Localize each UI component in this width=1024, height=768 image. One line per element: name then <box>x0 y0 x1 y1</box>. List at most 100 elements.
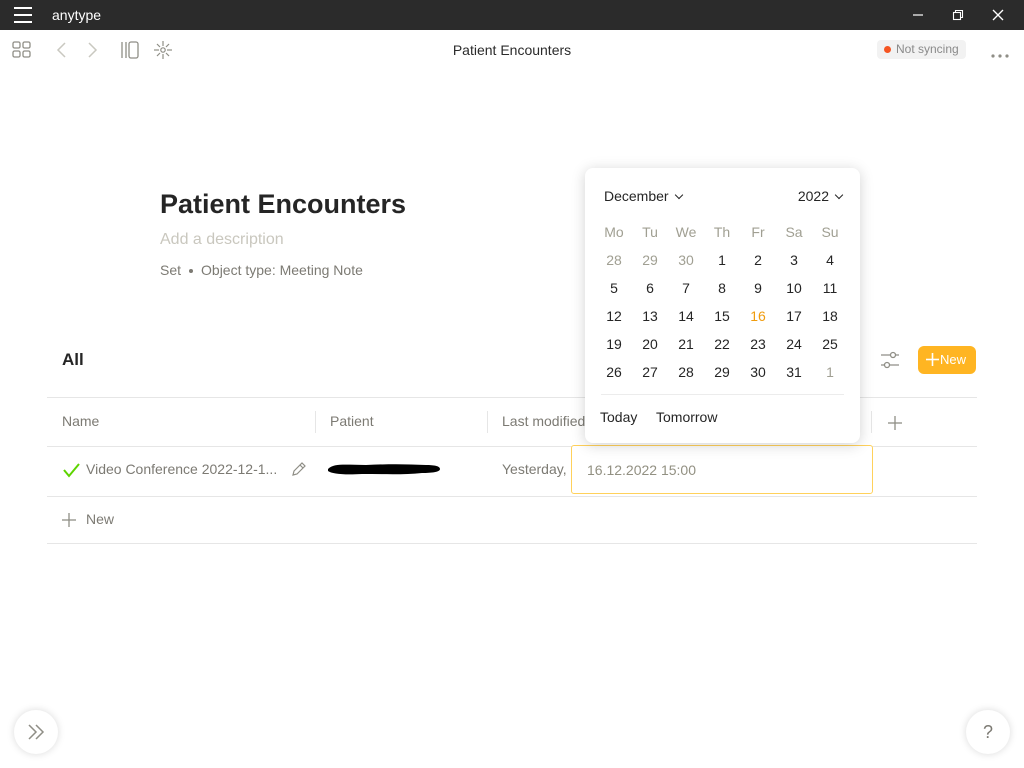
calendar-day[interactable]: 17 <box>776 308 812 324</box>
calendar-day[interactable]: 1 <box>812 364 848 380</box>
row-name-cell[interactable]: Video Conference 2022-12-1... <box>86 461 277 477</box>
calendar-day[interactable]: 25 <box>812 336 848 352</box>
plus-icon <box>926 353 939 366</box>
calendar-day[interactable]: 9 <box>740 280 776 296</box>
hamburger-menu-icon[interactable] <box>14 7 38 23</box>
back-arrow-icon[interactable] <box>50 38 74 62</box>
plus-icon <box>62 513 76 527</box>
weekday-label: Tu <box>642 224 658 240</box>
calendar-day[interactable]: 5 <box>596 280 632 296</box>
weekday-label: Th <box>713 224 731 240</box>
chevron-down-icon <box>674 190 683 200</box>
date-picker-popup: December 2022 Today Tomorrow Mo Tu We Th Fr S… <box>585 168 860 443</box>
object-meta: Set Object type: Meeting Note <box>160 262 363 278</box>
calendar-day[interactable]: 14 <box>668 308 704 324</box>
column-header-name[interactable]: Name <box>62 413 99 429</box>
year-label: 2022 <box>797 188 829 204</box>
calendar-day[interactable]: 4 <box>812 252 848 268</box>
graph-icon[interactable] <box>151 38 175 62</box>
pencil-edit-icon[interactable] <box>290 461 307 478</box>
tomorrow-button[interactable]: Tomorrow <box>656 409 717 425</box>
column-divider[interactable] <box>315 411 316 433</box>
object-title[interactable]: Patient Encounters <box>160 189 406 220</box>
description-field[interactable]: Add a description <box>160 231 284 249</box>
done-check-icon[interactable] <box>62 461 80 479</box>
column-divider[interactable] <box>487 411 488 433</box>
table-row-border <box>47 496 977 497</box>
calendar-day[interactable]: 28 <box>596 252 632 268</box>
sidebar-toggle-icon[interactable] <box>118 38 142 62</box>
help-label: ? <box>982 722 993 742</box>
calendar-day[interactable]: 18 <box>812 308 848 324</box>
calendar-day[interactable]: 30 <box>668 252 704 268</box>
add-column-icon[interactable] <box>886 414 904 432</box>
sync-status-dot-icon <box>884 46 891 53</box>
month-label: December <box>604 188 669 204</box>
calendar-day[interactable]: 28 <box>668 364 704 380</box>
weekday-label: Sa <box>785 224 803 240</box>
grid-view-icon[interactable] <box>10 38 34 62</box>
calendar-day[interactable]: 1 <box>704 252 740 268</box>
month-select[interactable]: December <box>604 188 683 204</box>
calendar-day[interactable]: 31 <box>776 364 812 380</box>
row-last-modified-cell[interactable]: Yesterday, <box>502 461 567 477</box>
chevron-down-icon <box>834 190 844 200</box>
calendar-day[interactable]: 29 <box>704 364 740 380</box>
weekday-label: Su <box>821 224 839 240</box>
today-button[interactable]: Today <box>600 409 637 425</box>
new-object-button[interactable]: New <box>918 346 976 374</box>
calendar-day[interactable]: 2 <box>740 252 776 268</box>
weekday-label: Mo <box>604 224 624 240</box>
redacted-patient-mark <box>328 464 440 475</box>
expand-sidebar-button[interactable] <box>14 710 58 754</box>
new-button-label: New <box>940 352 967 367</box>
calendar-day[interactable]: 29 <box>632 252 668 268</box>
picker-divider <box>601 394 844 395</box>
year-select[interactable]: 2022 <box>797 188 844 204</box>
column-header-last-modified[interactable]: Last modified <box>502 413 585 429</box>
calendar-day[interactable]: 20 <box>632 336 668 352</box>
title-bar: anytype <box>0 0 1024 30</box>
calendar-day[interactable]: 11 <box>812 280 848 296</box>
view-settings-icon[interactable] <box>878 348 902 372</box>
calendar-day[interactable]: 22 <box>704 336 740 352</box>
calendar-day[interactable]: 15 <box>704 308 740 324</box>
close-icon[interactable] <box>988 5 1008 25</box>
calendar-day[interactable]: 27 <box>632 364 668 380</box>
calendar-day[interactable]: 30 <box>740 364 776 380</box>
calendar-day[interactable]: 23 <box>740 336 776 352</box>
object-type-link[interactable]: Object type: Meeting Note <box>201 262 363 278</box>
date-cell-editing[interactable]: 16.12.2022 15:00 <box>571 445 873 494</box>
forward-arrow-icon[interactable] <box>80 38 104 62</box>
view-title[interactable]: All <box>62 350 84 370</box>
more-options-icon[interactable] <box>990 46 1010 58</box>
toolbar: Patient Encounters Not syncing <box>0 30 1024 70</box>
help-button[interactable]: ? <box>966 710 1010 754</box>
calendar-day[interactable]: 12 <box>596 308 632 324</box>
double-chevron-right-icon <box>28 724 45 740</box>
calendar-day[interactable]: 13 <box>632 308 668 324</box>
calendar-day[interactable]: 6 <box>632 280 668 296</box>
calendar-day[interactable]: 19 <box>596 336 632 352</box>
calendar-day[interactable]: 10 <box>776 280 812 296</box>
calendar-day[interactable]: 21 <box>668 336 704 352</box>
calendar-day[interactable]: 7 <box>668 280 704 296</box>
sync-status-badge[interactable]: Not syncing <box>877 40 966 59</box>
column-header-patient[interactable]: Patient <box>330 413 374 429</box>
calendar-day[interactable]: 24 <box>776 336 812 352</box>
meta-separator <box>189 269 194 274</box>
minimize-icon[interactable] <box>908 5 928 25</box>
calendar-day[interactable]: 26 <box>596 364 632 380</box>
column-divider[interactable] <box>871 411 872 433</box>
restore-icon[interactable] <box>948 5 968 25</box>
table-bottom-border <box>47 543 977 544</box>
add-row-label: New <box>86 511 115 527</box>
app-name: anytype <box>52 7 102 23</box>
calendar-day[interactable]: 16 <box>740 308 776 324</box>
add-row-button[interactable]: New <box>62 511 114 531</box>
sync-status-label: Not syncing <box>896 42 959 56</box>
calendar-day[interactable]: 8 <box>704 280 740 296</box>
calendar-day[interactable]: 3 <box>776 252 812 268</box>
object-kind: Set <box>160 262 182 278</box>
weekday-label: We <box>675 224 697 240</box>
